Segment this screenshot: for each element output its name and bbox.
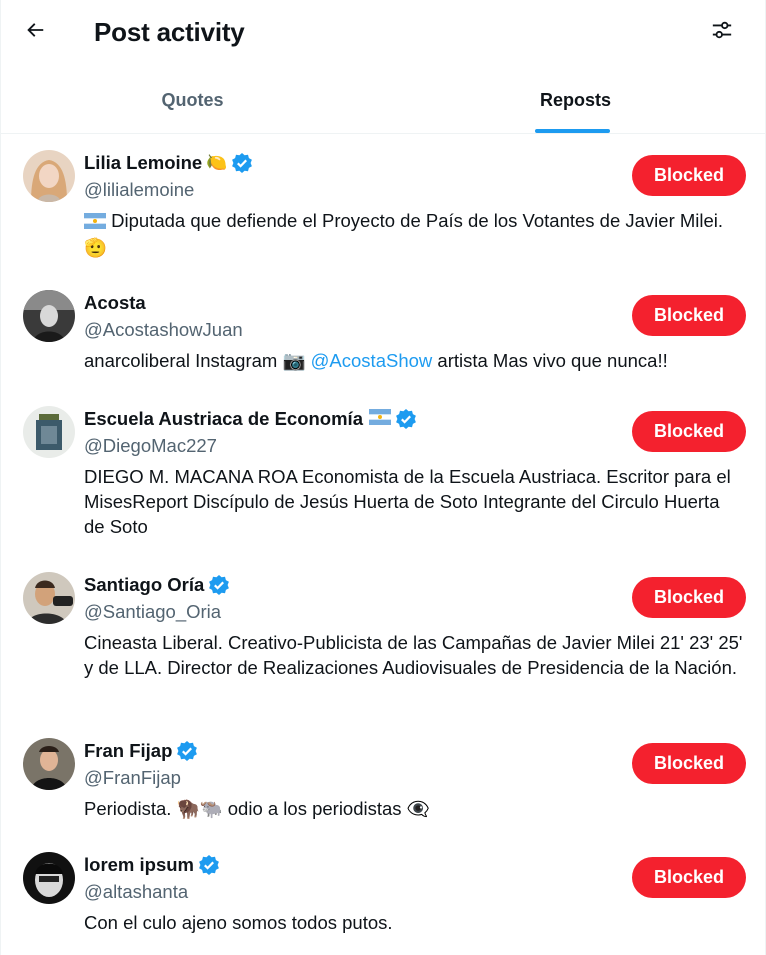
bio: Periodista. 🦬🐃 odio a los periodistas 👁‍…: [84, 798, 430, 819]
avatar[interactable]: [23, 290, 75, 342]
blocked-button[interactable]: Blocked: [632, 155, 746, 196]
name-line: Fran Fijap: [84, 739, 198, 763]
handle[interactable]: @Santiago_Oria: [84, 600, 221, 624]
blocked-button[interactable]: Blocked: [632, 411, 746, 452]
blocked-button[interactable]: Blocked: [632, 743, 746, 784]
bio-prefix: anarcoliberal Instagram 📷: [84, 350, 306, 371]
verified-badge-icon: [198, 854, 220, 876]
header: Post activity: [1, 0, 766, 64]
display-name[interactable]: Fran Fijap: [84, 739, 172, 763]
arrow-left-icon: [24, 19, 46, 46]
user-cell[interactable]: Escuela Austriaca de Economía @DiegoMac2…: [1, 390, 766, 556]
page-frame: Post activity Quotes Reposts Lilia Lemoi…: [0, 0, 766, 955]
argentina-flag-icon: [368, 408, 391, 430]
bio: anarcoliberal Instagram 📷 @AcostaShow ar…: [84, 348, 744, 373]
name-line: Acosta: [84, 291, 146, 315]
bio-text: Diputada que defiende el Proyecto de Paí…: [84, 210, 724, 258]
bio: Cineasta Liberal. Creativo-Publicista de…: [84, 632, 743, 678]
display-name[interactable]: lorem ipsum: [84, 853, 194, 877]
verified-badge-icon: [176, 740, 198, 762]
display-name[interactable]: Lilia Lemoine: [84, 151, 202, 175]
verified-badge-icon: [395, 408, 417, 430]
tab-bar: Quotes Reposts: [1, 64, 766, 134]
handle[interactable]: @AcostashowJuan: [84, 318, 243, 342]
display-name[interactable]: Escuela Austriaca de Economía: [84, 407, 363, 431]
bio-text: artista Mas vivo que nunca!!: [437, 350, 668, 371]
page-title: Post activity: [94, 17, 245, 47]
display-name[interactable]: Acosta: [84, 291, 146, 315]
user-cell[interactable]: Lilia Lemoine 🍋 @lilialemoine Diputada q…: [1, 134, 766, 274]
avatar[interactable]: [23, 150, 75, 202]
lemon-emoji: 🍋: [206, 153, 228, 172]
tab-quotes[interactable]: Quotes: [1, 64, 384, 133]
active-tab-indicator: [535, 129, 610, 133]
avatar[interactable]: [23, 406, 75, 458]
name-line: Escuela Austriaca de Economía: [84, 407, 417, 431]
handle[interactable]: @FranFijap: [84, 766, 181, 790]
avatar[interactable]: [23, 572, 75, 624]
user-cell[interactable]: Acosta @AcostashowJuan anarcoliberal Ins…: [1, 274, 766, 390]
name-line: lorem ipsum: [84, 853, 220, 877]
name-line: Lilia Lemoine 🍋: [84, 151, 253, 175]
name-line: Santiago Oría: [84, 573, 230, 597]
user-cell[interactable]: Fran Fijap @FranFijap Periodista. 🦬🐃 odi…: [1, 722, 766, 838]
handle[interactable]: @DiegoMac227: [84, 434, 217, 458]
back-button[interactable]: [15, 12, 55, 52]
avatar[interactable]: [23, 852, 75, 904]
user-cell[interactable]: lorem ipsum @altashanta Con el culo ajen…: [1, 838, 766, 955]
tab-reposts[interactable]: Reposts: [384, 64, 766, 133]
verified-badge-icon: [231, 152, 253, 174]
sliders-icon: [711, 19, 733, 46]
handle[interactable]: @lilialemoine: [84, 178, 194, 202]
tab-label: Quotes: [161, 89, 224, 110]
blocked-button[interactable]: Blocked: [632, 295, 746, 336]
user-cell[interactable]: Santiago Oría @Santiago_Oria Cineasta Li…: [1, 556, 766, 722]
bio: Diputada que defiende el Proyecto de Paí…: [84, 208, 744, 260]
blocked-button[interactable]: Blocked: [632, 577, 746, 618]
blocked-button[interactable]: Blocked: [632, 857, 746, 898]
verified-badge-icon: [208, 574, 230, 596]
argentina-flag-icon: [84, 210, 106, 235]
filter-button[interactable]: [702, 12, 742, 52]
bio: DIEGO M. MACANA ROA Economista de la Esc…: [84, 466, 731, 537]
bio: Con el culo ajeno somos todos putos.: [84, 912, 393, 933]
avatar[interactable]: [23, 738, 75, 790]
tab-label: Reposts: [539, 89, 611, 110]
display-name[interactable]: Santiago Oría: [84, 573, 204, 597]
bio-mention-link[interactable]: @AcostaShow: [311, 350, 433, 371]
handle[interactable]: @altashanta: [84, 880, 188, 904]
